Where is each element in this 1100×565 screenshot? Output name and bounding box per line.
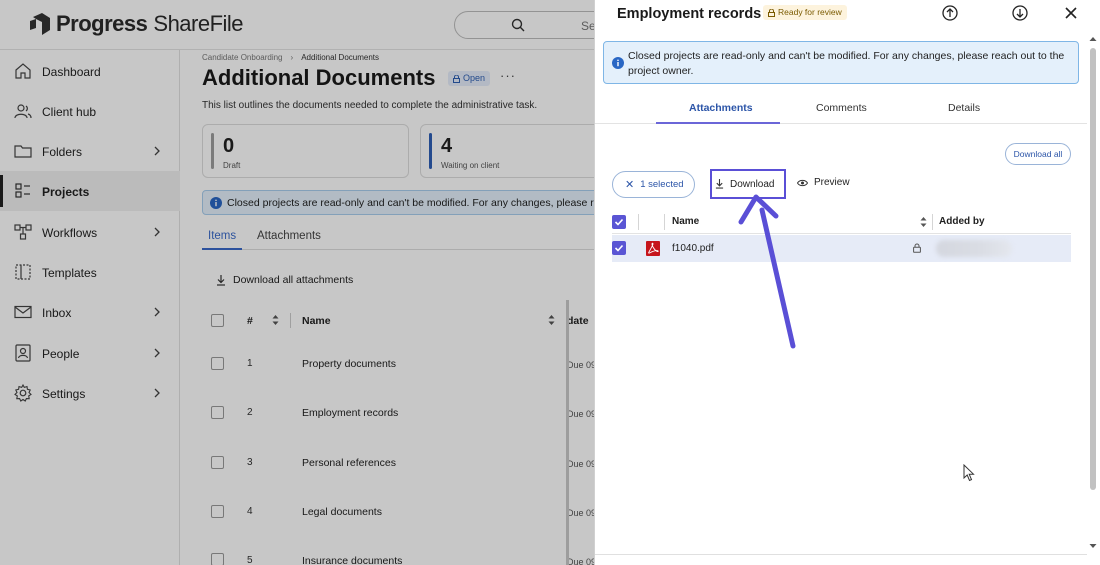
panel-scrollbar[interactable] [1089,36,1097,551]
column-divider [638,214,639,230]
scroll-up-icon[interactable] [1089,36,1097,42]
scroll-down-icon[interactable] [1089,543,1097,549]
close-icon[interactable] [1063,5,1079,21]
panel-divider [595,554,1087,555]
file-name[interactable]: f1040.pdf [672,243,714,254]
tab-details[interactable]: Details [948,102,980,114]
upload-icon[interactable] [942,5,958,21]
mouse-cursor-icon [963,464,975,482]
sort-icon[interactable] [920,216,927,228]
modal-backdrop[interactable] [0,0,594,565]
download-label: Download [730,178,775,190]
column-divider [664,214,665,230]
column-header-added-by[interactable]: Added by [939,216,985,227]
download-all-button[interactable]: Download all [1005,143,1071,165]
pdf-icon [646,241,660,256]
download-button[interactable]: Download [710,169,786,199]
table-header: Name Added by [612,210,1071,234]
info-banner: Closed projects are read-only and can't … [603,41,1079,84]
download-circle-icon[interactable] [1012,5,1028,21]
lock-icon [913,243,921,253]
panel-title: Employment records [617,6,762,22]
column-header-name[interactable]: Name [672,216,699,227]
download-icon [715,179,724,189]
column-divider [932,214,933,230]
selection-chip[interactable]: ✕ 1 selected [612,171,695,198]
status-badge: Ready for review [763,5,847,20]
preview-button[interactable]: Preview [797,177,850,188]
lock-icon [768,8,775,17]
employment-records-panel: Employment records Ready for review Clos… [594,0,1100,565]
select-all-checkbox[interactable] [612,215,626,229]
eye-icon [797,179,808,186]
check-icon [614,244,624,252]
scroll-thumb[interactable] [1090,48,1096,490]
attachments-table: Name Added by f1040.pdf [612,210,1071,265]
check-icon [614,218,624,226]
clear-selection-icon[interactable]: ✕ [625,178,634,191]
info-icon [612,57,624,69]
preview-label: Preview [814,177,850,188]
active-tab-indicator [656,122,780,124]
tab-comments[interactable]: Comments [816,102,867,114]
panel-tabs: Attachments Comments Details [595,94,1087,124]
status-badge-label: Ready for review [778,7,842,17]
table-row[interactable]: f1040.pdf [612,235,1071,262]
added-by-redacted [936,240,1012,257]
row-checkbox[interactable] [612,241,626,255]
tab-attachments[interactable]: Attachments [689,102,753,114]
info-banner-text: Closed projects are read-only and can't … [628,50,1065,77]
selection-count: 1 selected [640,179,684,190]
